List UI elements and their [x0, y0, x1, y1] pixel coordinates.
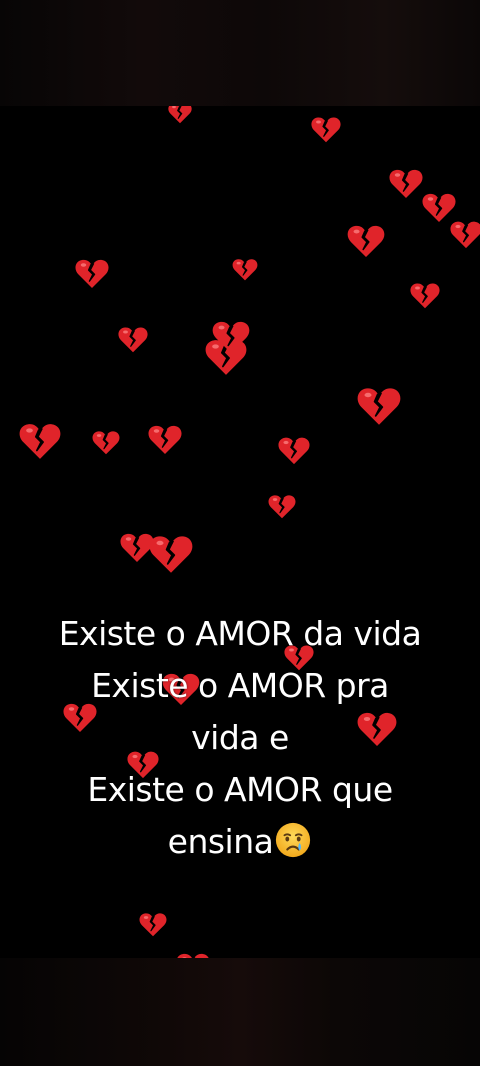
broken-heart-icon: [389, 168, 423, 199]
caption-line-3: vida e: [191, 718, 289, 757]
broken-heart-icon: [232, 258, 258, 281]
caption-line-5: ensina: [0, 816, 480, 868]
broken-heart-icon: [357, 386, 401, 426]
broken-heart-icon: [75, 258, 109, 289]
caption-line-1: Existe o AMOR da vida: [58, 614, 422, 653]
broken-heart-icon: [118, 326, 148, 353]
broken-heart-icon: [410, 282, 440, 309]
caption-text: Existe o AMOR da vida Existe o AMOR pra …: [0, 608, 480, 868]
broken-heart-icon: [278, 436, 310, 465]
broken-heart-icon: [168, 106, 192, 124]
bottom-blurred-band: [0, 958, 480, 1066]
video-content: Existe o AMOR da vida Existe o AMOR pra …: [0, 106, 480, 958]
broken-heart-icon: [19, 422, 61, 460]
broken-heart-icon: [450, 220, 480, 249]
broken-heart-icon: [311, 116, 341, 143]
broken-heart-icon: [92, 430, 120, 455]
broken-heart-icon: [212, 320, 250, 354]
broken-heart-icon: [139, 912, 167, 937]
broken-heart-icon: [120, 532, 154, 563]
video-frame: Existe o AMOR da vida Existe o AMOR pra …: [0, 0, 480, 1066]
caption-line-4: Existe o AMOR que: [87, 770, 393, 809]
broken-heart-icon: [268, 494, 296, 519]
broken-heart-icon: [148, 424, 182, 455]
broken-heart-icon: [422, 192, 456, 223]
broken-heart-icon: [347, 224, 385, 258]
crying-face-icon: [274, 821, 312, 859]
broken-heart-icon: [149, 534, 193, 574]
top-blurred-band: [0, 0, 480, 106]
caption-line-2: Existe o AMOR pra: [91, 666, 389, 705]
